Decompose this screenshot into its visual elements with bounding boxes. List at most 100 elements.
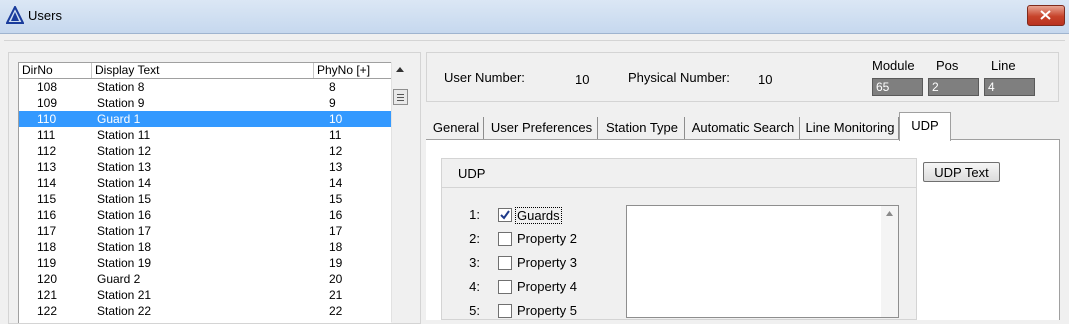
display-text-cell: Station 11 bbox=[97, 128, 151, 142]
table-row[interactable]: 113 Station 13 13 bbox=[19, 159, 391, 175]
line-field: 4 bbox=[984, 78, 1035, 96]
table-row[interactable]: 111 Station 11 11 bbox=[19, 127, 391, 143]
dirno-cell: 110 bbox=[37, 112, 57, 126]
udp-checkbox[interactable] bbox=[498, 280, 512, 294]
table-row[interactable]: 110 Guard 1 10 bbox=[19, 111, 391, 127]
table-row[interactable]: 115 Station 15 15 bbox=[19, 191, 391, 207]
dirno-cell: 115 bbox=[37, 192, 57, 206]
table-row[interactable]: 108 Station 8 8 bbox=[19, 79, 391, 95]
physical-number-value: 10 bbox=[758, 72, 773, 87]
checkmark-icon bbox=[500, 210, 510, 220]
display-text-cell: Station 19 bbox=[97, 256, 152, 270]
display-text-cell: Station 14 bbox=[97, 176, 152, 190]
tab-station-type[interactable]: Station Type bbox=[600, 117, 685, 139]
display-text-cell: Station 16 bbox=[97, 208, 152, 222]
user-list[interactable]: DirNo Display Text PhyNo [+] 108 Station … bbox=[18, 62, 391, 323]
line-label: Line bbox=[991, 58, 1016, 73]
udp-item-number: 5: bbox=[469, 303, 480, 318]
phyno-cell: 11 bbox=[329, 128, 342, 142]
table-row[interactable]: 109 Station 9 9 bbox=[19, 95, 391, 111]
table-row[interactable]: 121 Station 21 21 bbox=[19, 287, 391, 303]
column-header-display-text[interactable]: Display Text bbox=[92, 63, 314, 78]
table-row[interactable]: 117 Station 17 17 bbox=[19, 223, 391, 239]
user-number-label: User Number: bbox=[444, 70, 525, 85]
udp-checkbox-label[interactable]: Property 3 bbox=[517, 255, 577, 270]
display-text-cell: Station 15 bbox=[97, 192, 152, 206]
dirno-cell: 113 bbox=[37, 160, 57, 174]
phyno-cell: 16 bbox=[329, 208, 343, 222]
dirno-cell: 112 bbox=[37, 144, 57, 158]
table-row[interactable]: 120 Guard 2 20 bbox=[19, 271, 391, 287]
phyno-cell: 21 bbox=[329, 288, 343, 302]
table-row[interactable]: 118 Station 18 18 bbox=[19, 239, 391, 255]
phyno-cell: 9 bbox=[329, 96, 336, 110]
udp-item-number: 3: bbox=[469, 255, 480, 270]
udp-checkbox[interactable] bbox=[498, 304, 512, 318]
table-row[interactable]: 116 Station 16 16 bbox=[19, 207, 391, 223]
dirno-cell: 118 bbox=[37, 240, 57, 254]
phyno-cell: 10 bbox=[329, 112, 343, 126]
table-row[interactable]: 122 Station 22 22 bbox=[19, 303, 391, 319]
dirno-cell: 119 bbox=[37, 256, 57, 270]
phyno-cell: 15 bbox=[329, 192, 343, 206]
module-label: Module bbox=[872, 58, 915, 73]
dirno-cell: 108 bbox=[37, 80, 58, 94]
physical-number-label: Physical Number: bbox=[628, 70, 730, 85]
scroll-thumb[interactable] bbox=[393, 89, 408, 105]
display-text-cell: Station 13 bbox=[97, 160, 152, 174]
phyno-cell: 8 bbox=[329, 80, 336, 94]
column-header-phyno[interactable]: PhyNo [+] bbox=[314, 63, 391, 78]
scroll-up-arrow-icon[interactable] bbox=[885, 210, 894, 217]
display-text-cell: Station 21 bbox=[97, 288, 152, 302]
scroll-up-arrow-icon[interactable] bbox=[394, 65, 406, 75]
column-header-dirno[interactable]: DirNo bbox=[19, 63, 92, 78]
dirno-cell: 117 bbox=[37, 224, 57, 238]
udp-group-header: UDP bbox=[442, 159, 916, 188]
phyno-cell: 18 bbox=[329, 240, 343, 254]
close-button[interactable] bbox=[1027, 5, 1065, 26]
udp-text-area[interactable] bbox=[626, 205, 899, 318]
pos-label: Pos bbox=[936, 58, 959, 73]
tab-udp[interactable]: UDP bbox=[899, 112, 951, 141]
udp-item-number: 1: bbox=[469, 207, 480, 222]
udp-checkbox[interactable] bbox=[498, 256, 512, 270]
udp-checkbox-label[interactable]: Property 4 bbox=[517, 279, 577, 294]
udp-item-number: 2: bbox=[469, 231, 480, 246]
tab-line-monitoring[interactable]: Line Monitoring bbox=[802, 117, 899, 139]
divider bbox=[4, 40, 1065, 41]
phyno-cell: 12 bbox=[329, 144, 343, 158]
dirno-cell: 121 bbox=[37, 288, 58, 302]
list-body: 108 Station 8 8 109 Station 9 9 110 Guard 1 10 11… bbox=[19, 79, 391, 319]
display-text-cell: Station 12 bbox=[97, 144, 152, 158]
udp-checkbox[interactable] bbox=[498, 208, 512, 222]
phyno-cell: 13 bbox=[329, 160, 343, 174]
tab-general[interactable]: General bbox=[429, 117, 484, 139]
text-area-scrollbar[interactable] bbox=[881, 206, 898, 317]
table-row[interactable]: 114 Station 14 14 bbox=[19, 175, 391, 191]
phyno-cell: 17 bbox=[329, 224, 343, 238]
list-scrollbar[interactable] bbox=[391, 62, 410, 322]
dirno-cell: 111 bbox=[37, 128, 56, 142]
display-text-cell: Station 17 bbox=[97, 224, 152, 238]
tab-user-preferences[interactable]: User Preferences bbox=[486, 117, 598, 139]
udp-checkbox-label[interactable]: Property 2 bbox=[517, 231, 577, 246]
tab-automatic-search[interactable]: Automatic Search bbox=[687, 117, 800, 139]
user-number-value: 10 bbox=[575, 72, 590, 87]
list-header: DirNo Display Text PhyNo [+] bbox=[19, 63, 391, 79]
table-row[interactable]: 119 Station 19 19 bbox=[19, 255, 391, 271]
phyno-cell: 22 bbox=[329, 304, 343, 318]
dirno-cell: 109 bbox=[37, 96, 58, 110]
pos-field: 2 bbox=[928, 78, 979, 96]
display-text-cell: Station 9 bbox=[97, 96, 145, 110]
close-icon bbox=[1040, 10, 1051, 20]
udp-text-button[interactable]: UDP Text bbox=[923, 162, 1000, 182]
display-text-cell: Guard 2 bbox=[97, 272, 141, 286]
phyno-cell: 19 bbox=[329, 256, 343, 270]
display-text-cell: Station 22 bbox=[97, 304, 152, 318]
table-row[interactable]: 112 Station 12 12 bbox=[19, 143, 391, 159]
dirno-cell: 120 bbox=[37, 272, 58, 286]
window-title: Users bbox=[28, 8, 62, 23]
udp-checkbox-label[interactable]: Guards bbox=[515, 207, 562, 224]
udp-checkbox[interactable] bbox=[498, 232, 512, 246]
udp-checkbox-label[interactable]: Property 5 bbox=[517, 303, 577, 318]
